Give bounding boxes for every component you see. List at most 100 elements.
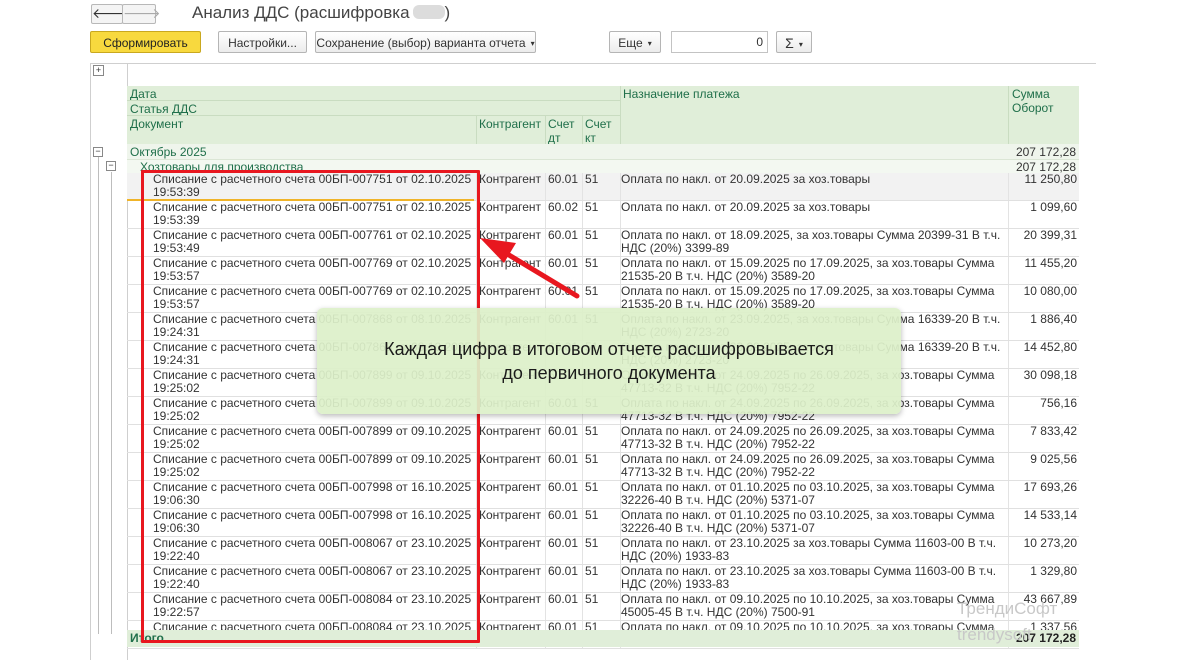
counterparty-cell[interactable]: Контрагент 2 [479,229,545,242]
credit-account-cell[interactable]: 51 [585,425,619,438]
column-divider [582,509,583,536]
amount-cell[interactable]: 43 667,89 [1007,593,1077,606]
table-row[interactable]: Списание с расчетного счета 00БП-007751 … [127,201,1079,229]
purpose-cell[interactable]: Оплата по накл. от 09.10.2025 по 10.10.2… [621,593,1004,619]
collapse-month-toggle[interactable]: − [93,147,103,157]
debit-account-cell[interactable]: 60.01 [548,229,582,242]
counterparty-cell[interactable]: Контрагент 2 [479,509,545,522]
amount-cell[interactable]: 9 025,56 [1007,453,1077,466]
forward-button[interactable]: 🡒 [122,4,161,24]
debit-account-cell[interactable]: 60.02 [548,201,582,214]
back-button[interactable]: 🡐 [91,4,130,24]
purpose-cell[interactable]: Оплата по накл. от 23.10.2025 за хоз.тов… [621,537,1004,563]
document-cell[interactable]: Списание с расчетного счета 00БП-008067 … [153,537,473,563]
purpose-cell[interactable]: Оплата по накл. от 18.09.2025, за хоз.то… [621,229,1004,255]
caret-down-icon: ▾ [530,39,535,48]
more-dropdown[interactable]: Еще ▾ [609,31,661,53]
credit-account-cell[interactable]: 51 [585,509,619,522]
document-cell[interactable]: Списание с расчетного счета 00БП-007751 … [153,201,473,227]
amount-cell[interactable]: 14 452,80 [1007,341,1077,354]
credit-account-cell[interactable]: 51 [585,453,619,466]
amount-cell[interactable]: 10 080,00 [1007,285,1077,298]
amount-cell[interactable]: 1 886,40 [1007,313,1077,326]
counterparty-cell[interactable]: Контрагент 2 [479,425,545,438]
document-cell[interactable]: Списание с расчетного счета 00БП-008084 … [153,593,473,619]
amount-cell[interactable]: 11 250,80 [1007,173,1078,186]
counterparty-cell[interactable]: Контрагент 2 [479,453,545,466]
debit-account-cell[interactable]: 60.01 [548,285,582,298]
table-row[interactable]: Списание с расчетного счета 00БП-008067 … [127,537,1079,565]
counterparty-cell[interactable]: Контрагент 1 [479,537,545,550]
amount-cell[interactable]: 756,16 [1007,397,1077,410]
counterparty-cell[interactable]: Контрагент 2 [479,593,545,606]
debit-account-cell[interactable]: 60.01 [548,481,582,494]
document-cell[interactable]: Списание с расчетного счета 00БП-007769 … [153,257,473,283]
table-row[interactable]: Списание с расчетного счета 00БП-007899 … [127,425,1079,453]
document-cell[interactable]: Списание с расчетного счета 00БП-007751 … [153,173,473,199]
amount-cell[interactable]: 20 399,31 [1007,229,1077,242]
document-cell[interactable]: Списание с расчетного счета 00БП-007998 … [153,509,473,535]
table-row[interactable]: Списание с расчетного счета 00БП-007998 … [127,509,1079,537]
purpose-cell[interactable]: Оплата по накл. от 01.10.2025 по 03.10.2… [621,509,1004,535]
credit-account-cell[interactable]: 51 [585,565,619,578]
purpose-cell[interactable]: Оплата по накл. от 20.09.2025 за хоз.тов… [621,201,1004,214]
group-row-article[interactable]: Хозтовары для производства 207 172,28 [127,160,1079,174]
credit-account-cell[interactable]: 51 [585,593,619,606]
table-row[interactable]: Списание с расчетного счета 00БП-007761 … [127,229,1079,257]
expand-all-toggle[interactable]: + [93,65,104,76]
credit-account-cell[interactable]: 51 [585,229,619,242]
table-row[interactable]: Списание с расчетного счета 00БП-008067 … [127,565,1079,593]
document-cell[interactable]: Списание с расчетного счета 00БП-007998 … [153,481,473,507]
debit-account-cell[interactable]: 60.01 [548,537,582,550]
amount-cell[interactable]: 30 098,18 [1007,369,1077,382]
table-row[interactable]: Списание с расчетного счета 00БП-008084 … [127,593,1079,621]
save-variant-dropdown[interactable]: Сохранение (выбор) варианта отчета ▾ [315,31,536,53]
generate-button[interactable]: Сформировать [90,31,201,53]
debit-account-cell[interactable]: 60.01 [548,257,582,270]
purpose-cell[interactable]: Оплата по накл. от 20.09.2025 за хоз.тов… [621,173,1004,186]
credit-account-cell[interactable]: 51 [585,173,619,186]
table-row[interactable]: Списание с расчетного счета 00БП-007751 … [127,173,1079,201]
purpose-cell[interactable]: Оплата по накл. от 24.09.2025 по 26.09.2… [621,453,1004,479]
document-cell[interactable]: Списание с расчетного счета 00БП-007761 … [153,229,473,255]
amount-cell[interactable]: 17 693,26 [1007,481,1077,494]
document-cell[interactable]: Списание с расчетного счета 00БП-007899 … [153,425,473,451]
purpose-cell[interactable]: Оплата по накл. от 24.09.2025 по 26.09.2… [621,425,1004,451]
document-cell[interactable]: Списание с расчетного счета 00БП-007899 … [153,453,473,479]
amount-cell[interactable]: 1 329,80 [1007,565,1077,578]
debit-account-cell[interactable]: 60.01 [548,593,582,606]
credit-account-cell[interactable]: 51 [585,285,619,298]
sum-dropdown[interactable]: Σ ▾ [776,31,812,53]
debit-account-cell[interactable]: 60.01 [548,453,582,466]
amount-cell[interactable]: 11 455,20 [1007,257,1078,270]
debit-account-cell[interactable]: 60.01 [548,565,582,578]
counterparty-cell[interactable]: Контрагент 1 [479,565,545,578]
credit-account-cell[interactable]: 51 [585,537,619,550]
counterparty-cell[interactable]: Контрагент 3 [479,285,545,298]
table-row[interactable]: Списание с расчетного счета 00БП-007998 … [127,481,1079,509]
debit-account-cell[interactable]: 60.01 [548,425,582,438]
purpose-cell[interactable]: Оплата по накл. от 15.09.2025 по 17.09.2… [621,257,1004,283]
credit-account-cell[interactable]: 51 [585,481,619,494]
amount-cell[interactable]: 14 533,14 [1007,509,1077,522]
collapse-article-toggle[interactable]: − [106,161,116,171]
purpose-cell[interactable]: Оплата по накл. от 01.10.2025 по 03.10.2… [621,481,1004,507]
debit-account-cell[interactable]: 60.01 [548,509,582,522]
credit-account-cell[interactable]: 51 [585,257,619,270]
amount-cell[interactable]: 1 099,60 [1007,201,1077,214]
counterparty-cell[interactable]: Контрагент 3 [479,257,545,270]
amount-cell[interactable]: 7 833,42 [1007,425,1077,438]
credit-account-cell[interactable]: 51 [585,201,619,214]
debit-account-cell[interactable]: 60.01 [548,173,582,186]
document-cell[interactable]: Списание с расчетного счета 00БП-008067 … [153,565,473,591]
counterparty-cell[interactable]: Контрагент 2 [479,481,545,494]
group-row-month[interactable]: Октябрь 2025 207 172,28 [127,144,1079,160]
counterparty-cell[interactable]: Контрагент 1 [479,173,545,186]
purpose-cell[interactable]: Оплата по накл. от 23.10.2025 за хоз.тов… [621,565,1004,591]
number-field[interactable]: 0 [671,31,768,53]
counterparty-cell[interactable]: Контрагент 1 [479,201,545,214]
table-row[interactable]: Списание с расчетного счета 00БП-007769 … [127,257,1079,285]
amount-cell[interactable]: 10 273,20 [1007,537,1077,550]
settings-button[interactable]: Настройки... [218,31,307,53]
table-row[interactable]: Списание с расчетного счета 00БП-007899 … [127,453,1079,481]
